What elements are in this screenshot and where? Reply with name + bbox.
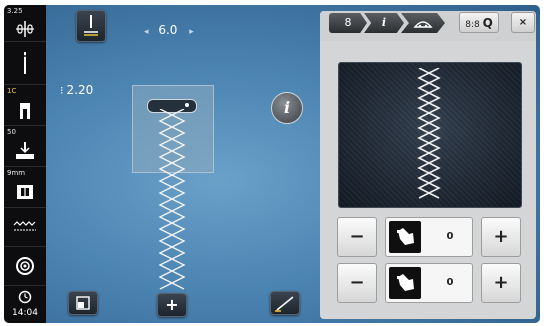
presser-foot-icon — [413, 21, 433, 28]
decrease-button-2[interactable]: − — [337, 263, 377, 303]
stitch-length-control[interactable]: ⁝ 2.20 — [60, 83, 93, 97]
hand-adjust-icon — [389, 267, 421, 299]
stitch-length-value: 2.20 — [66, 83, 94, 97]
width-increase-arrow[interactable]: ▸ — [189, 27, 194, 37]
width-decrease-arrow[interactable]: ◂ — [144, 27, 149, 37]
stitch-width-value: 6.0 — [158, 23, 178, 37]
tab-pattern-number[interactable]: 8 — [329, 13, 367, 33]
clock-icon — [18, 290, 32, 304]
stitch-plate-icon — [17, 185, 33, 199]
needle-position-button[interactable] — [4, 42, 46, 85]
foot-pressure-icon — [16, 142, 34, 159]
stitch-edit-button[interactable] — [270, 291, 300, 315]
stitch-plate-button[interactable]: 9mm — [4, 167, 46, 208]
stitch-length-icon: ⁝ — [60, 84, 64, 97]
magnifier-icon: Q — [482, 16, 493, 30]
increase-button-1[interactable]: + — [481, 217, 521, 257]
pattern-end-icon — [76, 296, 90, 310]
presser-foot-button[interactable]: 1C — [4, 85, 46, 126]
foot-pressure-button[interactable]: 50 — [4, 126, 46, 167]
value-field-2[interactable]: 0 — [385, 263, 473, 303]
needle-stop-icon — [84, 15, 98, 36]
needle-stop-button[interactable] — [76, 10, 106, 42]
feed-dog-button[interactable] — [4, 208, 46, 247]
main-panel: 3.25 1C 50 9mm 14:04 ◂ 6.0 ▸ ⁝ 2.20 i + … — [4, 5, 540, 323]
stitch-pattern-preview — [158, 109, 186, 290]
stitch-width-control[interactable]: ◂ 6.0 ▸ — [144, 23, 194, 37]
value-field-1[interactable]: 0 — [385, 217, 473, 257]
sewing-machine-screen: 3.25 1C 50 9mm 14:04 ◂ 6.0 ▸ ⁝ 2.20 i + … — [0, 0, 544, 326]
bobbin-button[interactable] — [4, 247, 46, 286]
thread-tension-value: 3.25 — [7, 7, 23, 15]
decrease-button-1[interactable]: − — [337, 217, 377, 257]
close-button[interactable]: × — [511, 12, 535, 33]
zoom-button[interactable]: 8:8 Q — [459, 12, 499, 33]
info-button[interactable]: i — [271, 92, 303, 124]
presser-foot-value: 1C — [7, 87, 17, 95]
balance-control-row-2: − 0 + — [337, 263, 521, 303]
value-readout-1: 0 — [446, 231, 454, 242]
zoom-ratio-label: 8:8 — [465, 20, 480, 30]
stitch-plate-value: 9mm — [7, 169, 26, 177]
hand-adjust-icon — [389, 221, 421, 253]
increase-button-2[interactable]: + — [481, 263, 521, 303]
clock-time: 14:04 — [12, 308, 38, 318]
balance-control-row-1: − 0 + — [337, 217, 521, 257]
stitch-edit-icon — [275, 296, 294, 312]
add-button[interactable]: + — [157, 293, 187, 317]
needle-point-marker — [185, 103, 189, 107]
left-status-bar: 3.25 1C 50 9mm 14:04 — [4, 5, 46, 323]
thread-tension-icon — [16, 21, 34, 37]
foot-pressure-value: 50 — [7, 128, 16, 136]
pattern-end-button[interactable] — [68, 291, 98, 315]
fabric-stitch-preview — [417, 68, 441, 199]
feed-dog-icon — [13, 221, 36, 231]
presser-foot-icon — [20, 103, 30, 119]
bobbin-icon — [16, 257, 34, 275]
clock-area: 14:04 — [4, 286, 46, 323]
needle-position-icon — [24, 52, 26, 74]
value-readout-2: 0 — [446, 277, 454, 288]
thread-tension-button[interactable]: 3.25 — [4, 5, 46, 42]
